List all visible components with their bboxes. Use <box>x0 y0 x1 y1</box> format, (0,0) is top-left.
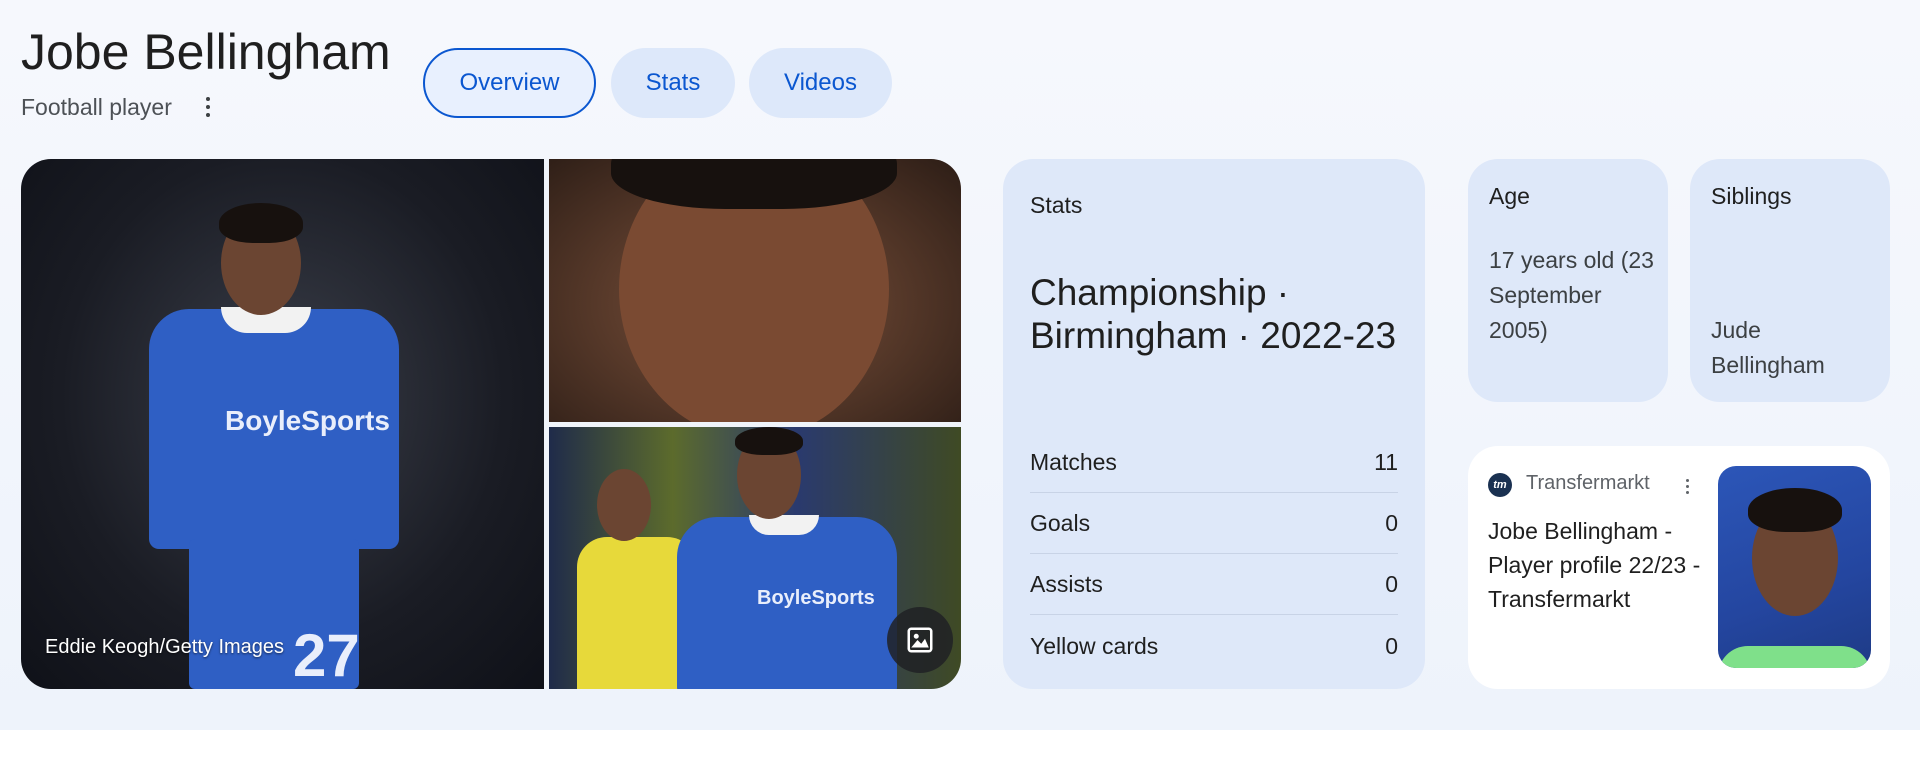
stats-card[interactable]: Stats Championship · Birmingham · 2022-2… <box>1003 159 1425 689</box>
stat-label: Assists <box>1030 571 1103 597</box>
player-hair <box>219 203 303 243</box>
player-photo-main[interactable]: BoyleSports 27 Eddie Keogh/Getty Images <box>21 159 544 689</box>
thumb-shirt <box>1718 646 1871 668</box>
stat-row: Yellow cards 0 <box>1030 616 1398 676</box>
more-images-button[interactable] <box>887 607 953 673</box>
stat-label: Yellow cards <box>1030 632 1159 659</box>
stat-row: Goals 0 <box>1030 494 1398 554</box>
image-icon <box>907 627 933 653</box>
more-options-icon[interactable] <box>196 94 220 120</box>
player-photo-match[interactable]: BoyleSports <box>549 427 961 689</box>
image-gallery: BoyleSports 27 Eddie Keogh/Getty Images … <box>21 159 961 689</box>
player-photo-closeup[interactable] <box>549 159 961 422</box>
tab-overview[interactable]: Overview <box>423 48 596 118</box>
image-credit: Eddie Keogh/Getty Images <box>45 636 285 658</box>
stats-league: Championship · Birmingham · 2022-23 <box>1030 272 1397 356</box>
shirt-collar-match <box>749 515 819 535</box>
opponent-head <box>597 469 651 541</box>
page-title: Jobe Bellingham <box>21 24 391 80</box>
source-title-link[interactable]: Jobe Bellingham - Player profile 22/23 -… <box>1488 514 1703 616</box>
stat-row: Matches 11 <box>1030 433 1398 493</box>
fact-card-siblings[interactable]: Siblings Jude Bellingham <box>1690 159 1890 402</box>
transfermarkt-logo: tm <box>1488 473 1512 497</box>
stats-card-label: Stats <box>1030 192 1083 218</box>
tab-videos[interactable]: Videos <box>749 48 892 118</box>
source-name: Transfermarkt <box>1526 472 1650 494</box>
fact-label: Age <box>1489 183 1530 209</box>
tab-stats[interactable]: Stats <box>611 48 735 118</box>
stat-value: 11 <box>1374 449 1398 475</box>
source-card[interactable]: tm Transfermarkt Jobe Bellingham - Playe… <box>1468 446 1890 689</box>
fact-card-age[interactable]: Age 17 years old (23 September 2005) <box>1468 159 1668 402</box>
fact-value[interactable]: Jude Bellingham <box>1711 313 1876 383</box>
sponsor-logo-match: BoyleSports <box>757 587 875 609</box>
stat-value: 0 <box>1385 632 1398 659</box>
jersey-number: 27 <box>293 622 360 689</box>
stat-value: 0 <box>1385 510 1398 536</box>
thumb-hair <box>1748 488 1842 532</box>
fact-value: 17 years old (23 September 2005) <box>1489 247 1654 343</box>
sponsor-logo: BoyleSports <box>225 405 390 436</box>
fact-label: Siblings <box>1711 183 1792 209</box>
source-thumbnail[interactable] <box>1718 466 1871 668</box>
entity-subtitle: Football player <box>21 94 172 120</box>
stat-value: 0 <box>1385 571 1398 597</box>
stat-label: Goals <box>1030 510 1091 536</box>
player-hair-match <box>735 427 803 455</box>
more-options-icon[interactable] <box>1680 476 1694 496</box>
stat-row: Assists 0 <box>1030 555 1398 615</box>
stat-label: Matches <box>1030 449 1117 475</box>
